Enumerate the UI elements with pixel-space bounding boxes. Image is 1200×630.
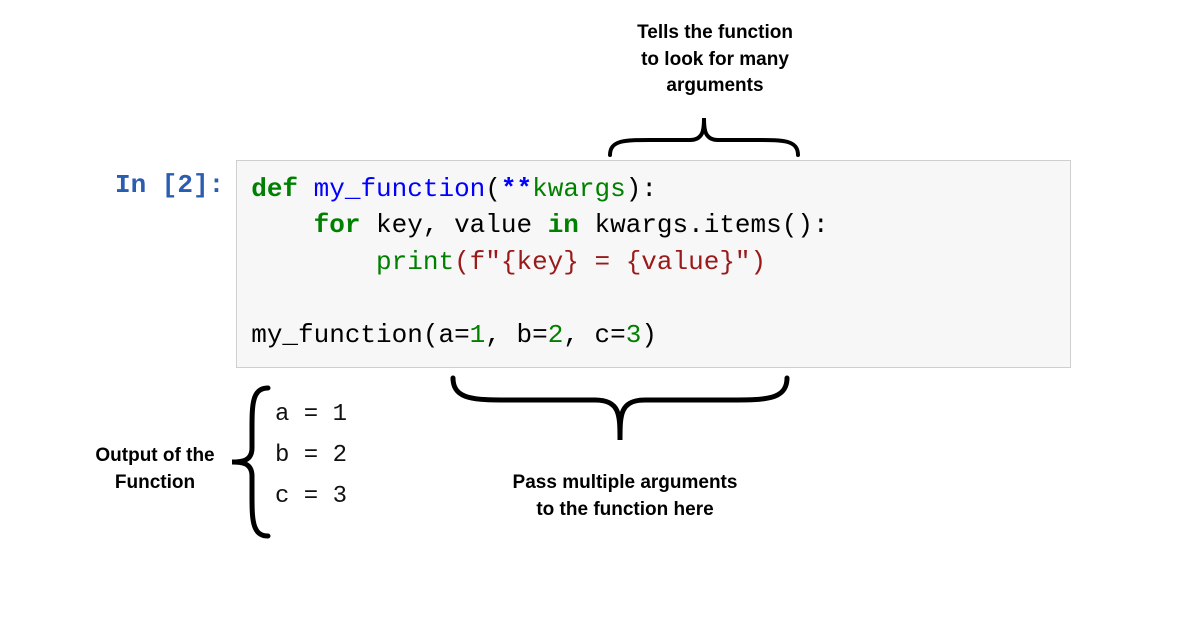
output-line-1: a = 1 [275, 401, 347, 428]
brace-bottom-icon [453, 378, 787, 440]
iterator: kwargs.items(): [579, 210, 829, 240]
fstring-close: ") [735, 247, 766, 277]
output-line-3: c = 3 [275, 483, 347, 510]
fstring-mid: = [579, 247, 626, 277]
num-2: 2 [548, 320, 564, 350]
code-row: In [2]: def my_function(**kwargs): for k… [115, 160, 1071, 368]
brace-left-icon [232, 388, 268, 536]
output-block: a = 1 b = 2 c = 3 [275, 395, 347, 517]
num-3: 3 [626, 320, 642, 350]
indent [251, 247, 376, 277]
keyword-for: for [314, 210, 361, 240]
call-args-open: (a= [423, 320, 470, 350]
call-close: ) [641, 320, 657, 350]
loop-vars: key, value [360, 210, 547, 240]
annotation-bottom: Pass multiple argumentsto the function h… [480, 470, 770, 523]
fstring-open: (f" [454, 247, 501, 277]
input-prompt: In [2]: [115, 160, 236, 200]
sep-2: , c= [563, 320, 625, 350]
brace-top-icon [610, 118, 798, 155]
keyword-def: def [251, 174, 298, 204]
double-star: ** [501, 174, 532, 204]
colon: ): [626, 174, 657, 204]
output-line-2: b = 2 [275, 442, 347, 469]
annotation-left: Output of theFunction [75, 443, 235, 496]
blank-line [251, 283, 267, 313]
interp-value: {value} [626, 247, 735, 277]
call-function-name: my_function [251, 320, 423, 350]
kwargs-param: kwargs [532, 174, 626, 204]
keyword-in: in [548, 210, 579, 240]
interp-key: {key} [501, 247, 579, 277]
function-name: my_function [314, 174, 486, 204]
sep-1: , b= [485, 320, 547, 350]
print-call: print [376, 247, 454, 277]
code-cell: def my_function(**kwargs): for key, valu… [236, 160, 1071, 368]
annotation-top: Tells the functionto look for manyargume… [575, 20, 855, 100]
num-1: 1 [470, 320, 486, 350]
